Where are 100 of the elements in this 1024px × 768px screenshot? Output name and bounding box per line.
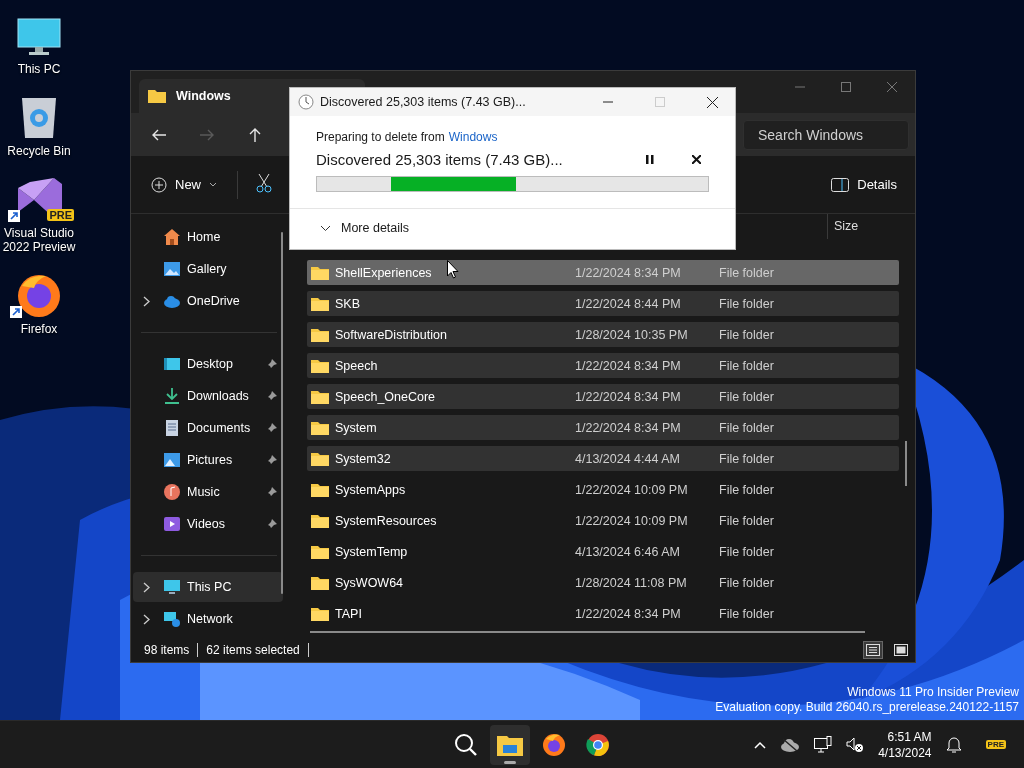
type-cell: File folder [719, 482, 774, 497]
file-row[interactable]: SystemResources 1/22/2024 10:09 PM File folder [307, 508, 899, 533]
firefox-icon [542, 732, 566, 757]
documents-icon [163, 419, 181, 437]
speaker-muted-icon[interactable] [846, 735, 865, 754]
source-label: Preparing to delete from [316, 130, 445, 144]
type-cell: File folder [719, 358, 774, 373]
date-cell-text: 1/22/2024 10:09 PM [575, 482, 689, 497]
chevron-icon[interactable] [143, 295, 150, 307]
badge: PRE [985, 740, 1006, 749]
file-row[interactable]: System 1/22/2024 8:34 PM File folder [307, 415, 899, 440]
network-icon [163, 610, 181, 628]
file-row[interactable]: SysWOW64 1/28/2024 11:08 PM File folder [307, 570, 899, 595]
up-arrow-icon [247, 126, 263, 143]
type-cell: File folder [719, 451, 774, 466]
list-icon [866, 644, 880, 656]
status-text: Discovered 25,303 items (7.43 GB)... [316, 150, 564, 168]
file-name: Speech_OneCore [335, 389, 436, 404]
sidebar-item[interactable]: Home [133, 222, 283, 252]
item-count: 98 items [144, 643, 190, 657]
monitor-icon[interactable] [17, 18, 61, 58]
close-icon [887, 82, 897, 92]
cloud-icon[interactable] [780, 737, 801, 752]
type-cell: File folder [719, 544, 774, 559]
more-details-button[interactable]: More details [316, 219, 414, 237]
watermark-text: Evaluation copy. Build 26040.rs_prerelease.240122-1157 [715, 700, 1019, 715]
type-cell: File folder [719, 606, 774, 621]
sidebar-item[interactable]: Downloads [133, 381, 283, 411]
desktop-icon-label[interactable]: Visual Studio 2022 Preview [0, 226, 78, 254]
sidebar-item[interactable]: Music [133, 477, 283, 507]
sidebar-item[interactable]: Network [133, 604, 283, 634]
type-cell: File folder [719, 389, 774, 404]
date-cell-text: 1/22/2024 8:34 PM [575, 265, 682, 280]
monitor-icon[interactable] [814, 735, 833, 754]
file-row[interactable]: SystemApps 1/22/2024 10:09 PM File folder [307, 477, 899, 502]
watermark-text: Windows 11 Pro Insider Preview [847, 685, 1019, 700]
desktop-icon-label[interactable]: Firefox [20, 322, 58, 336]
scrollbar[interactable] [281, 232, 283, 594]
desktop-icon-label[interactable]: Recycle Bin [7, 144, 71, 158]
folder-icon [311, 544, 329, 559]
file-row[interactable]: Speech_OneCore 1/22/2024 8:34 PM File folder [307, 384, 899, 409]
sidebar-item[interactable]: Desktop [133, 349, 283, 379]
cursor-icon [447, 260, 459, 279]
clock[interactable]: 6:51 AM 4/13/2024 [878, 728, 932, 761]
search-icon [454, 732, 478, 757]
sidebar-item[interactable]: Gallery [133, 254, 283, 284]
caret-icon [209, 181, 217, 188]
sidebar-item[interactable]: This PC [133, 572, 283, 602]
firefox-icon[interactable] [16, 272, 62, 318]
tiles-view-button[interactable] [891, 641, 911, 659]
column-header[interactable]: Size [827, 214, 901, 239]
clock-icon [298, 94, 314, 110]
folder-icon [311, 482, 329, 497]
sidebar-item[interactable]: Videos [133, 509, 283, 539]
file-row[interactable]: SystemTemp 4/13/2024 6:46 AM File folder [307, 539, 899, 564]
plus-icon [151, 176, 167, 193]
file-name: SystemTemp [335, 544, 408, 559]
sidebar-item[interactable]: Documents [133, 413, 283, 443]
explorer-taskbar-button[interactable] [490, 724, 530, 765]
recycle-bin-icon[interactable] [20, 96, 58, 140]
file-row[interactable]: SKB 1/22/2024 8:44 PM File folder [307, 291, 899, 316]
chevron-icon[interactable] [143, 581, 150, 593]
pc-icon [163, 578, 181, 596]
new-button[interactable]: New [145, 172, 223, 197]
file-row[interactable]: SoftwareDistribution 1/28/2024 10:35 PM File folder [307, 322, 899, 347]
file-row[interactable]: TAPI 1/22/2024 8:34 PM File folder [307, 601, 899, 626]
sidebar-item[interactable]: Pictures [133, 445, 283, 475]
file-row[interactable]: System32 4/13/2024 4:44 AM File folder [307, 446, 899, 471]
date-cell-text: 1/22/2024 10:09 PM [575, 513, 689, 528]
file-name: SysWOW64 [335, 575, 404, 590]
downloads-icon [163, 387, 181, 405]
chevron-icon[interactable] [143, 613, 150, 625]
pictures-icon [163, 451, 181, 469]
bell-icon[interactable] [945, 735, 962, 754]
chrome-icon [586, 732, 610, 757]
folder-icon [311, 389, 329, 404]
folder-icon [311, 575, 329, 590]
close-icon [691, 154, 701, 164]
chevron-up-icon[interactable] [754, 740, 767, 749]
type-cell: File folder [719, 420, 774, 435]
scrollbar[interactable] [310, 631, 865, 633]
file-row[interactable]: ShellExperiences 1/22/2024 8:34 PM File folder [307, 260, 899, 285]
scissors-icon [256, 173, 272, 193]
chevron-down-icon [320, 224, 331, 232]
date-cell-text: 1/28/2024 10:35 PM [575, 327, 689, 342]
selection-count: 62 items selected [206, 643, 300, 657]
file-row[interactable]: Speech 1/22/2024 8:34 PM File folder [307, 353, 899, 378]
search-field[interactable]: Search Windows [743, 119, 909, 150]
badge: PRE [47, 209, 74, 221]
folder-icon [311, 265, 329, 280]
details-view-button[interactable] [863, 641, 883, 659]
music-icon [163, 483, 181, 501]
scrollbar[interactable] [905, 441, 907, 486]
details-button[interactable]: Details [825, 176, 903, 193]
file-name: ShellExperiences [335, 265, 432, 280]
tile-icon [894, 644, 908, 656]
desktop-icon-label[interactable]: This PC [17, 62, 61, 76]
sidebar-item[interactable]: OneDrive [133, 286, 283, 316]
folder-icon [311, 296, 329, 311]
source-link[interactable]: Windows [448, 130, 498, 144]
